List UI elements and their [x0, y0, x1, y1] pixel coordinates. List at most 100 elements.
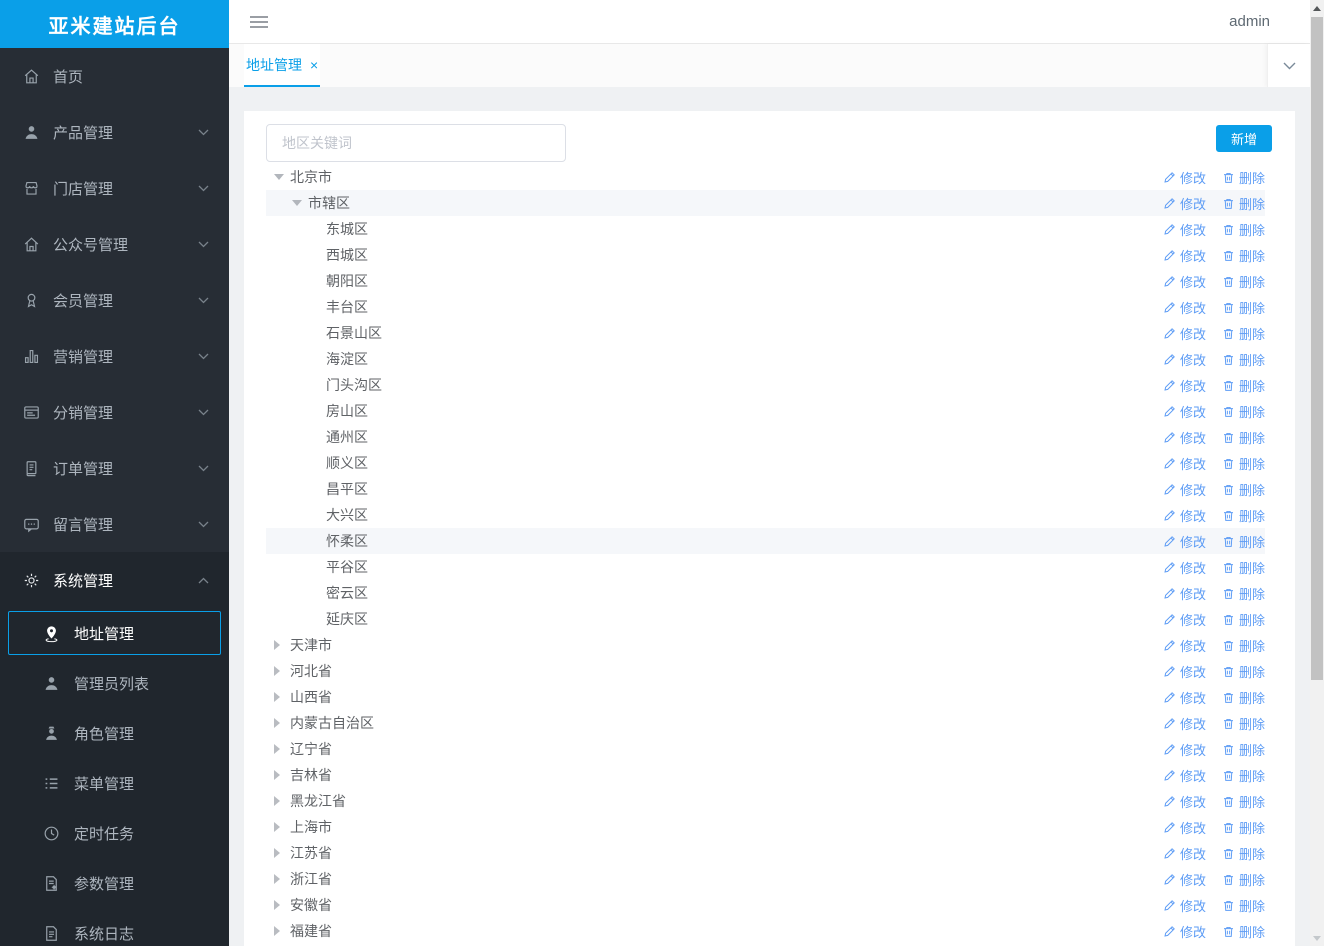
delete-link[interactable]: 删除: [1222, 324, 1265, 343]
edit-link[interactable]: 修改: [1163, 402, 1206, 421]
delete-link[interactable]: 删除: [1222, 506, 1265, 525]
sidebar-item-orders[interactable]: 订单管理: [0, 440, 229, 496]
edit-link[interactable]: 修改: [1163, 480, 1206, 499]
sidebar-item-official-account[interactable]: 公众号管理: [0, 216, 229, 272]
sidebar-item-system[interactable]: 系统管理: [0, 552, 229, 608]
delete-link[interactable]: 删除: [1222, 298, 1265, 317]
scroll-up-arrow-icon[interactable]: [1310, 0, 1324, 16]
sidebar-item-distribution[interactable]: 分销管理: [0, 384, 229, 440]
edit-link[interactable]: 修改: [1163, 298, 1206, 317]
expand-arrow-icon[interactable]: [274, 640, 290, 650]
delete-link[interactable]: 删除: [1222, 662, 1265, 681]
edit-link[interactable]: 修改: [1163, 376, 1206, 395]
hamburger-menu-icon[interactable]: [250, 13, 268, 31]
sidebar-item-menus[interactable]: 菜单管理: [0, 758, 229, 808]
delete-link[interactable]: 删除: [1222, 194, 1265, 213]
sidebar-item-parameters[interactable]: 参数管理: [0, 858, 229, 908]
edit-link[interactable]: 修改: [1163, 792, 1206, 811]
edit-link[interactable]: 修改: [1163, 194, 1206, 213]
edit-link[interactable]: 修改: [1163, 246, 1206, 265]
delete-link[interactable]: 删除: [1222, 168, 1265, 187]
delete-link[interactable]: 删除: [1222, 272, 1265, 291]
close-icon[interactable]: ×: [310, 58, 318, 72]
delete-link[interactable]: 删除: [1222, 714, 1265, 733]
edit-link[interactable]: 修改: [1163, 688, 1206, 707]
expand-arrow-icon[interactable]: [274, 770, 290, 780]
delete-link[interactable]: 删除: [1222, 454, 1265, 473]
expand-arrow-icon[interactable]: [274, 926, 290, 936]
edit-link[interactable]: 修改: [1163, 324, 1206, 343]
add-button[interactable]: 新增: [1215, 125, 1272, 152]
collapse-arrow-icon[interactable]: [292, 200, 308, 206]
search-input[interactable]: [266, 124, 566, 162]
delete-link[interactable]: 删除: [1222, 376, 1265, 395]
expand-arrow-icon[interactable]: [274, 718, 290, 728]
delete-link[interactable]: 删除: [1222, 922, 1265, 941]
scrollbar-thumb[interactable]: [1311, 17, 1323, 680]
edit-link[interactable]: 修改: [1163, 454, 1206, 473]
edit-link[interactable]: 修改: [1163, 168, 1206, 187]
delete-link[interactable]: 删除: [1222, 480, 1265, 499]
sidebar-item-roles[interactable]: 角色管理: [0, 708, 229, 758]
sidebar-item-scheduled-tasks[interactable]: 定时任务: [0, 808, 229, 858]
edit-link[interactable]: 修改: [1163, 922, 1206, 941]
edit-link[interactable]: 修改: [1163, 558, 1206, 577]
delete-link[interactable]: 删除: [1222, 428, 1265, 447]
tab-options-dropdown[interactable]: [1267, 44, 1310, 87]
delete-link[interactable]: 删除: [1222, 870, 1265, 889]
delete-link[interactable]: 删除: [1222, 246, 1265, 265]
sidebar-item-marketing[interactable]: 营销管理: [0, 328, 229, 384]
sidebar-item-messages[interactable]: 留言管理: [0, 496, 229, 552]
expand-arrow-icon[interactable]: [274, 848, 290, 858]
sidebar-item-members[interactable]: 会员管理: [0, 272, 229, 328]
edit-link[interactable]: 修改: [1163, 870, 1206, 889]
delete-link[interactable]: 删除: [1222, 350, 1265, 369]
edit-link[interactable]: 修改: [1163, 220, 1206, 239]
tab-address-management[interactable]: 地址管理 ×: [244, 44, 321, 87]
delete-link[interactable]: 删除: [1222, 688, 1265, 707]
edit-link[interactable]: 修改: [1163, 740, 1206, 759]
edit-link[interactable]: 修改: [1163, 818, 1206, 837]
delete-link[interactable]: 删除: [1222, 584, 1265, 603]
delete-link[interactable]: 删除: [1222, 558, 1265, 577]
sidebar-item-admin-list[interactable]: 管理员列表: [0, 658, 229, 708]
delete-link[interactable]: 删除: [1222, 818, 1265, 837]
delete-link[interactable]: 删除: [1222, 740, 1265, 759]
delete-link[interactable]: 删除: [1222, 896, 1265, 915]
scrollbar[interactable]: [1310, 0, 1324, 946]
expand-arrow-icon[interactable]: [274, 744, 290, 754]
delete-link[interactable]: 删除: [1222, 792, 1265, 811]
edit-link[interactable]: 修改: [1163, 636, 1206, 655]
expand-arrow-icon[interactable]: [274, 874, 290, 884]
delete-link[interactable]: 删除: [1222, 220, 1265, 239]
edit-link[interactable]: 修改: [1163, 766, 1206, 785]
delete-link[interactable]: 删除: [1222, 610, 1265, 629]
edit-link[interactable]: 修改: [1163, 714, 1206, 733]
edit-link[interactable]: 修改: [1163, 662, 1206, 681]
sidebar-item-stores[interactable]: 门店管理: [0, 160, 229, 216]
edit-link[interactable]: 修改: [1163, 532, 1206, 551]
edit-link[interactable]: 修改: [1163, 844, 1206, 863]
delete-link[interactable]: 删除: [1222, 844, 1265, 863]
collapse-arrow-icon[interactable]: [274, 174, 290, 180]
expand-arrow-icon[interactable]: [274, 666, 290, 676]
edit-link[interactable]: 修改: [1163, 350, 1206, 369]
edit-link[interactable]: 修改: [1163, 610, 1206, 629]
sidebar-item-system-logs[interactable]: 系统日志: [0, 908, 229, 946]
expand-arrow-icon[interactable]: [274, 822, 290, 832]
delete-link[interactable]: 删除: [1222, 402, 1265, 421]
edit-link[interactable]: 修改: [1163, 428, 1206, 447]
expand-arrow-icon[interactable]: [274, 796, 290, 806]
scroll-down-arrow-icon[interactable]: [1310, 930, 1324, 946]
sidebar-item-products[interactable]: 产品管理: [0, 104, 229, 160]
edit-link[interactable]: 修改: [1163, 506, 1206, 525]
edit-link[interactable]: 修改: [1163, 896, 1206, 915]
sidebar-item-home[interactable]: 首页: [0, 48, 229, 104]
delete-link[interactable]: 删除: [1222, 636, 1265, 655]
delete-link[interactable]: 删除: [1222, 766, 1265, 785]
username[interactable]: admin: [1229, 13, 1270, 30]
delete-link[interactable]: 删除: [1222, 532, 1265, 551]
sidebar-item-address-management[interactable]: 地址管理: [8, 611, 221, 655]
expand-arrow-icon[interactable]: [274, 692, 290, 702]
edit-link[interactable]: 修改: [1163, 272, 1206, 291]
